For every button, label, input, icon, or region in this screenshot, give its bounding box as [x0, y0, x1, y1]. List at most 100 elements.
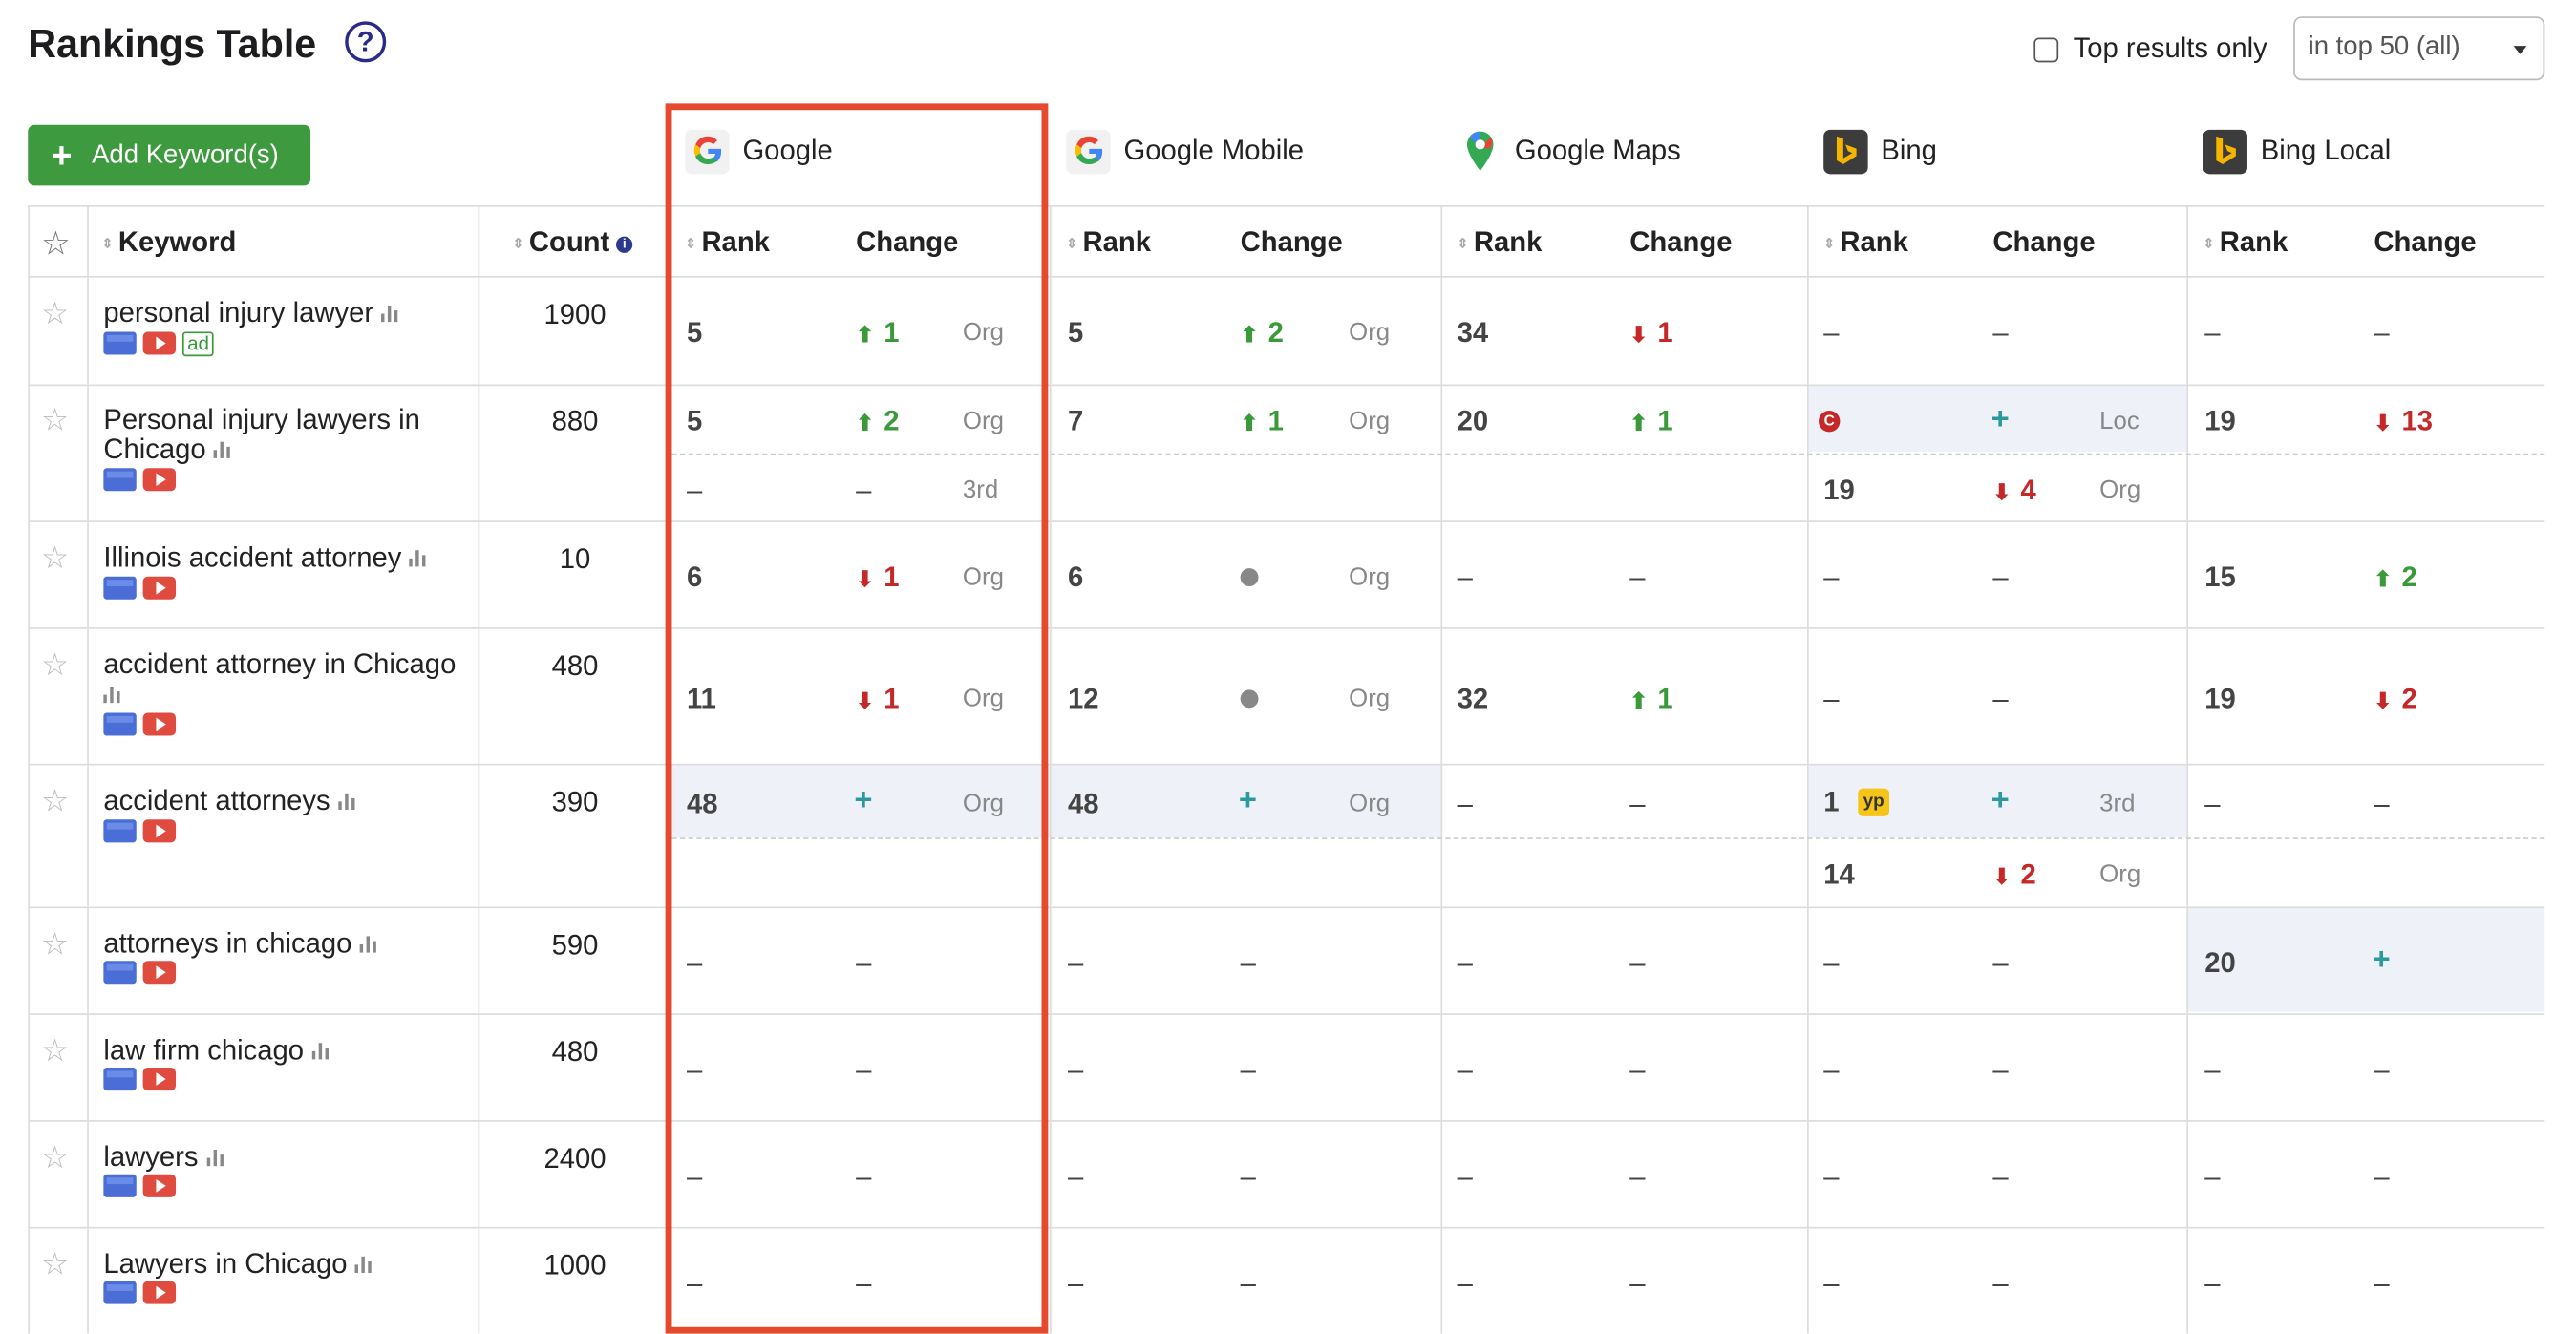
star-icon[interactable]: ☆: [41, 540, 69, 579]
rank-value: 20: [1457, 405, 1489, 437]
info-icon[interactable]: i: [616, 235, 633, 253]
count-value: 390: [551, 786, 599, 818]
rank-value: 7: [1068, 405, 1084, 437]
empty-value: –: [2374, 316, 2390, 349]
col-change[interactable]: Change: [1992, 226, 2095, 259]
result-type: Loc: [2099, 407, 2140, 435]
empty-value: –: [1629, 947, 1646, 980]
star-icon[interactable]: ☆: [41, 1140, 69, 1178]
star-icon[interactable]: ☆: [41, 1246, 69, 1284]
star-icon[interactable]: ☆: [41, 783, 69, 821]
col-keyword[interactable]: ⇕ Keyword: [102, 226, 237, 259]
bar-chart-icon[interactable]: [338, 793, 356, 810]
bar-chart-icon[interactable]: [355, 1256, 373, 1273]
empty-value: –: [1457, 1054, 1473, 1086]
keyword-text[interactable]: Personal injury lawyers in Chicago: [103, 405, 473, 465]
star-icon[interactable]: ☆: [41, 926, 69, 964]
empty-value: –: [1457, 561, 1473, 593]
help-icon[interactable]: ?: [345, 21, 387, 63]
star-icon[interactable]: ☆: [41, 647, 69, 686]
arrow-down-icon: ⬇: [1992, 479, 2012, 505]
empty-value: –: [1823, 1267, 1840, 1300]
arrow-up-icon: ⬆: [1240, 411, 1259, 435]
result-type: Org: [1349, 318, 1391, 347]
new-entry-icon: +: [1991, 402, 2010, 437]
empty-value: –: [1629, 788, 1646, 820]
rank-value: 1: [1823, 786, 1840, 818]
star-icon[interactable]: ☆: [41, 1033, 69, 1071]
rank-range-select[interactable]: in top 50 (all): [2293, 16, 2545, 81]
col-rank[interactable]: ⇕ Rank: [1823, 226, 1908, 259]
change-up: ⬆ 1: [1240, 405, 1284, 437]
result-type: 3rd: [2099, 790, 2136, 818]
bar-chart-icon[interactable]: [360, 936, 378, 953]
youtube-icon: [142, 576, 177, 600]
add-keyword-label: Add Keyword(s): [92, 140, 279, 169]
keyword-text[interactable]: accident attorney in Chicago: [103, 649, 473, 709]
arrow-down-icon: ⬇: [1992, 863, 2012, 889]
engine-label: Bing Local: [2260, 135, 2392, 166]
top-results-checkbox[interactable]: [2033, 36, 2059, 62]
top-results-toggle[interactable]: Top results only: [2033, 32, 2267, 65]
top-results-label: Top results only: [2073, 32, 2267, 65]
google-business-icon: [103, 468, 137, 492]
keyword-text[interactable]: law firm chicago: [103, 1035, 473, 1066]
bar-chart-icon[interactable]: [214, 441, 232, 458]
bar-chart-icon[interactable]: [206, 1150, 224, 1167]
empty-value: –: [1992, 1054, 2009, 1086]
keyword-text[interactable]: lawyers: [103, 1142, 473, 1173]
star-icon[interactable]: ☆: [41, 223, 71, 265]
bing-icon: [2203, 129, 2247, 174]
keyword-text[interactable]: personal injury lawyer: [103, 298, 473, 328]
empty-value: –: [2374, 1161, 2390, 1193]
rank-range-value: in top 50 (all): [2308, 32, 2460, 61]
col-rank[interactable]: ⇕ Rank: [1066, 226, 1151, 259]
rank-value: 19: [1823, 475, 1855, 506]
keyword-text[interactable]: Illinois accident attorney: [103, 542, 473, 573]
keyword-text[interactable]: accident attorneys: [103, 786, 473, 816]
no-change-dot-icon: [1240, 689, 1259, 709]
empty-value: –: [1068, 1267, 1084, 1300]
rank-value: 14: [1823, 858, 1855, 891]
col-rank[interactable]: ⇕ Rank: [2203, 226, 2289, 259]
empty-value: –: [1240, 1054, 1256, 1086]
bar-chart-icon[interactable]: [103, 686, 121, 704]
google-icon: [1066, 129, 1111, 174]
col-change[interactable]: Change: [1241, 226, 1343, 259]
empty-value: –: [2204, 1054, 2221, 1086]
star-icon[interactable]: ☆: [41, 296, 69, 334]
youtube-icon: [142, 1174, 177, 1197]
google-business-icon: [103, 712, 137, 736]
youtube-icon: [142, 712, 177, 736]
result-type: Org: [1349, 562, 1391, 592]
new-entry-icon: +: [1238, 783, 1257, 818]
arrow-up-icon: ⬆: [1629, 411, 1648, 435]
change-up: ⬆ 1: [1629, 683, 1673, 715]
col-count[interactable]: ⇕ Count i: [513, 226, 633, 259]
bar-chart-icon[interactable]: [381, 305, 400, 323]
engine-google-mobile: Google Mobile: [1066, 128, 1304, 174]
empty-value: –: [1823, 1161, 1840, 1193]
engine-label: Bing: [1881, 135, 1937, 166]
engine-bing-local: Bing Local: [2203, 128, 2392, 174]
engine-label: Google Maps: [1514, 135, 1681, 166]
col-rank[interactable]: ⇕ Rank: [1458, 226, 1543, 259]
count-value: 880: [551, 405, 599, 437]
yellow-pages-icon: yp: [1858, 788, 1889, 816]
page-title: Rankings Table: [28, 23, 317, 68]
bar-chart-icon[interactable]: [311, 1043, 330, 1060]
keyword-text[interactable]: attorneys in chicago: [103, 929, 473, 960]
empty-value: –: [1629, 561, 1646, 593]
col-change[interactable]: Change: [2374, 226, 2476, 259]
add-keyword-button[interactable]: + Add Keyword(s): [28, 124, 311, 186]
star-icon[interactable]: ☆: [41, 402, 69, 440]
empty-value: –: [1240, 947, 1256, 980]
c-badge-icon: C: [1819, 411, 1841, 433]
bar-chart-icon[interactable]: [410, 550, 428, 567]
engine-google-maps: Google Maps: [1458, 128, 1681, 174]
keyword-text[interactable]: Lawyers in Chicago: [103, 1249, 473, 1280]
new-entry-icon: +: [2372, 942, 2391, 978]
arrow-up-icon: ⬆: [2374, 566, 2393, 592]
col-change[interactable]: Change: [1629, 226, 1732, 259]
empty-value: –: [2204, 1267, 2221, 1300]
